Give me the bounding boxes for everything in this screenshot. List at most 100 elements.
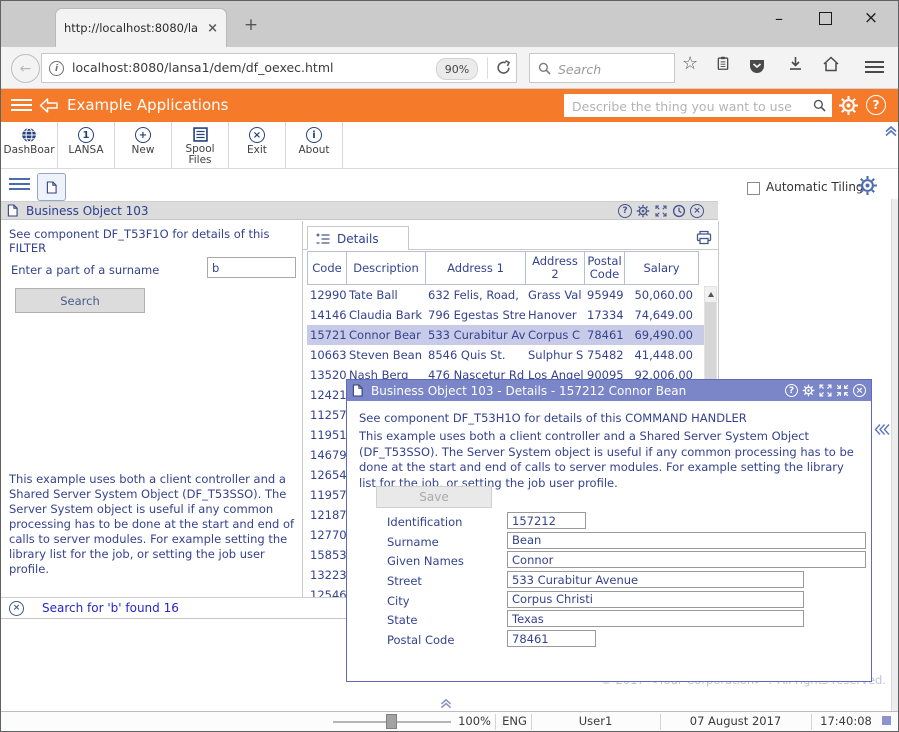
toolbar-button-lansa[interactable]: 1 LANSA [58, 122, 115, 168]
dismiss-message-icon[interactable]: × [9, 600, 24, 616]
app-back-icon[interactable] [39, 97, 59, 114]
address-bar[interactable]: i localhost:8080/lansa1/dem/df_oexec.htm… [41, 53, 517, 83]
current-date: 07 August 2017 [689, 714, 782, 728]
zoom-level: 100% [458, 714, 491, 728]
column-header-salary[interactable]: Salary [625, 251, 699, 285]
expand-panel-icon[interactable] [874, 423, 890, 436]
field-input-state[interactable] [507, 610, 804, 628]
dialog-titlebar[interactable]: Business Object 103 - Details - 157212 C… [347, 380, 871, 401]
about-icon: i [306, 127, 322, 143]
table-row[interactable]: 157212Connor Bear 533 Curabitur AvCorpus … [307, 325, 704, 345]
window-minimize-button[interactable]: – [758, 5, 800, 31]
table-row[interactable]: 14146 Claudia Bark 796 Egestas Stre Hanover… [307, 305, 704, 325]
current-time: 17:40:08 [820, 714, 872, 728]
collapse-statusbar-icon[interactable] [439, 698, 453, 709]
column-header-address1[interactable]: Address 1 [426, 251, 526, 285]
column-header-description[interactable]: Description [347, 251, 426, 285]
table-row[interactable]: 12990 Tate Ball 632 Felis, Road, Grass Val 9… [307, 285, 704, 305]
new-tab-button[interactable]: + [239, 13, 263, 37]
save-button[interactable]: Save [376, 486, 492, 508]
app-menu-icon[interactable] [11, 99, 32, 102]
zoom-slider-handle[interactable] [386, 714, 397, 729]
column-header-postal-code[interactable]: Postal Code [585, 251, 625, 285]
toolbar-button-label: LANSA [68, 145, 104, 156]
field-input-postal-code[interactable] [507, 630, 596, 648]
browser-menu-icon[interactable] [865, 61, 884, 64]
workspace-menu-icon[interactable] [9, 178, 30, 181]
page-zoom-badge[interactable]: 90% [436, 58, 478, 80]
field-input-city[interactable] [507, 590, 804, 608]
surname-search-label: Enter a part of a surname [11, 263, 160, 277]
dialog-close-icon[interactable]: × [853, 384, 866, 397]
workspace-scrollbar[interactable] [891, 199, 898, 711]
toolbar-button-about[interactable]: i About [286, 122, 343, 168]
dialog-help-icon[interactable]: ? [785, 384, 798, 397]
field-input-identification[interactable] [507, 512, 586, 529]
settings-gear-icon[interactable] [838, 95, 859, 116]
cell-code: 12421 [310, 388, 346, 402]
window-maximize-button[interactable] [804, 5, 846, 31]
reload-icon[interactable] [496, 60, 511, 75]
field-label: Postal Code [387, 633, 455, 648]
app-search-box[interactable] [564, 94, 832, 117]
bo-history-icon[interactable] [672, 204, 686, 218]
reading-list-icon[interactable] [716, 56, 730, 70]
column-header-code[interactable]: Code [308, 251, 347, 285]
surname-search-input[interactable] [207, 257, 296, 278]
browser-search-input[interactable] [556, 57, 672, 81]
table-row[interactable]: 10663 Steven Bean 8546 Quis St. Sulphur S 75… [307, 345, 704, 365]
download-icon[interactable] [788, 56, 803, 71]
dialog-restore-icon[interactable] [836, 384, 849, 397]
tab-details[interactable]: Details [307, 226, 409, 250]
document-icon [352, 384, 363, 397]
print-icon[interactable] [696, 230, 712, 245]
app-search-input[interactable] [570, 96, 804, 116]
document-icon [46, 180, 57, 194]
site-info-icon[interactable]: i [49, 61, 64, 76]
toolbar-button-exit[interactable]: × Exit [229, 122, 286, 168]
field-input-street[interactable] [507, 571, 804, 589]
bo-maximize-icon[interactable] [654, 204, 668, 218]
cell-address1: 632 Felis, Road, [428, 288, 519, 302]
pocket-icon[interactable] [749, 58, 765, 74]
home-icon[interactable] [823, 56, 839, 72]
toolbar-button-spool-files[interactable]: Spool Files [172, 122, 229, 168]
bookmark-star-icon[interactable]: ☆ [682, 53, 698, 75]
search-button[interactable]: Search [15, 288, 145, 313]
cell-code: 12990 [310, 288, 346, 302]
cell-address2: Grass Val [528, 288, 582, 302]
scroll-up-arrow-icon[interactable] [705, 287, 716, 301]
column-header-address2[interactable]: Address 2 [526, 251, 585, 285]
toolbar-button-label: About [298, 145, 330, 156]
details-dialog: Business Object 103 - Details - 157212 C… [346, 379, 872, 682]
cell-code: 12770 [310, 528, 346, 542]
dialog-settings-gear-icon[interactable] [802, 384, 815, 397]
app-title: Example Applications [67, 96, 229, 114]
dialog-maximize-icon[interactable] [819, 384, 832, 397]
dialog-fields: Identification Surname Given Names Street Ci… [347, 512, 873, 650]
automatic-tiling-checkbox[interactable] [747, 182, 760, 195]
cell-postal-code: 95949 [587, 288, 624, 302]
new-icon: + [135, 127, 151, 143]
cell-salary: 50,060.00 [634, 288, 693, 302]
minimized-window-button[interactable] [37, 173, 66, 201]
window-close-button[interactable]: × [850, 5, 892, 31]
cell-address2: Corpus C [528, 328, 581, 342]
bo-window-titlebar[interactable]: Business Object 103 ? × [1, 201, 718, 220]
field-input-given-names[interactable] [507, 551, 866, 569]
browser-search-box[interactable] [529, 53, 675, 83]
back-button[interactable]: ← [11, 54, 40, 83]
toolbar-button-new[interactable]: + New [115, 122, 172, 168]
browser-tab[interactable]: http://localhost:8080/lansa1/dem × [55, 8, 227, 47]
field-input-surname[interactable] [507, 531, 866, 549]
divider [487, 57, 488, 79]
collapse-toolbar-icon[interactable] [884, 125, 898, 137]
bo-close-icon[interactable]: × [690, 203, 704, 218]
help-icon[interactable]: ? [866, 95, 886, 115]
bo-help-icon[interactable]: ? [618, 203, 632, 218]
tiling-settings-gear-icon[interactable] [857, 175, 878, 196]
toolbar-button-dashboar[interactable]: DashBoar [1, 122, 58, 168]
cell-salary: 69,490.00 [634, 328, 693, 342]
bo-settings-gear-icon[interactable] [636, 204, 650, 218]
tab-close-icon[interactable]: × [207, 21, 218, 36]
